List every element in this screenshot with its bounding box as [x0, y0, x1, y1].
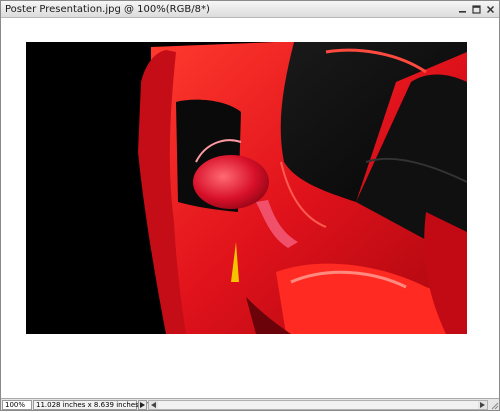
resize-grip-icon[interactable]	[489, 400, 499, 410]
zoom-level: 100%	[5, 400, 26, 409]
horizontal-scrollbar[interactable]	[148, 399, 488, 410]
title-bar[interactable]: Poster Presentation.jpg @ 100%(RGB/8*)	[1, 1, 499, 18]
document-info: 11.028 inches x 8.639 inches (72 ppi)	[33, 399, 168, 410]
car-photo	[26, 42, 467, 334]
close-icon[interactable]	[484, 3, 496, 15]
car-photo-image	[26, 42, 467, 334]
chevron-right-icon[interactable]	[478, 400, 487, 409]
zoom-level-field[interactable]: 100%	[2, 399, 32, 410]
maximize-icon[interactable]	[470, 3, 482, 15]
minimize-icon[interactable]	[456, 3, 468, 15]
triangle-right-icon[interactable]	[138, 399, 147, 410]
document-canvas[interactable]	[1, 19, 499, 397]
window-title: Poster Presentation.jpg @ 100%(RGB/8*)	[5, 3, 210, 15]
window-controls	[456, 3, 496, 15]
status-bar: 100% 11.028 inches x 8.639 inches (72 pp…	[1, 398, 499, 410]
chevron-left-icon[interactable]	[149, 400, 158, 409]
document-window: Poster Presentation.jpg @ 100%(RGB/8*) 1…	[0, 0, 500, 411]
